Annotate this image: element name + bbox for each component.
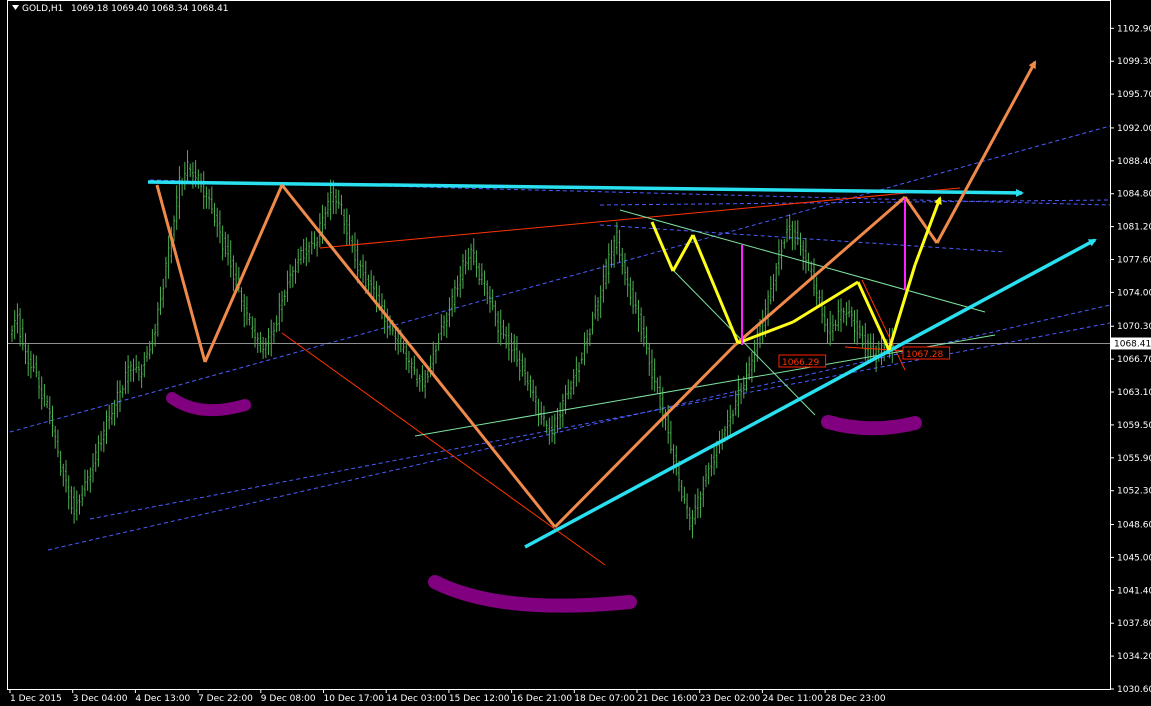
purple-mark xyxy=(166,392,251,417)
y-tick-label: 1102.90 xyxy=(1117,24,1151,34)
orange-zigzag-segment xyxy=(203,184,284,363)
y-tick-label: 1066.70 xyxy=(1117,355,1151,365)
x-tick-label: 16 Dec 21:00 xyxy=(512,694,573,704)
orange-zigzag-segment xyxy=(155,184,207,363)
x-tick-label: 28 Dec 23:00 xyxy=(825,694,886,704)
price-annotation: 1067.28 xyxy=(906,350,943,360)
purple-mark xyxy=(821,415,922,436)
price-tags: 1066.29 1067.28 1068.41 xyxy=(778,337,1151,368)
x-tick-label: 9 Dec 08:00 xyxy=(261,694,316,704)
x-tick-label: 10 Dec 17:00 xyxy=(324,694,385,704)
orange-zigzag-segment xyxy=(935,60,1037,244)
y-tick-label: 1084.80 xyxy=(1117,190,1151,200)
drawings xyxy=(147,60,1097,613)
x-tick-label: 24 Dec 11:00 xyxy=(762,694,823,704)
x-tick-label: 18 Dec 07:00 xyxy=(574,694,635,704)
x-tick-label: 1 Dec 2015 xyxy=(10,694,62,704)
cyan-support-line xyxy=(524,238,1097,549)
x-axis: 1 Dec 2015 3 Dec 04:00 4 Dec 13:00 7 Dec 22… xyxy=(9,689,886,704)
y-tick-label: 1077.60 xyxy=(1117,256,1151,266)
y-tick-label: 1070.30 xyxy=(1117,322,1151,332)
channel-dashed-line xyxy=(9,125,1111,433)
orange-zigzag-segment xyxy=(734,195,906,347)
x-tick-label: 4 Dec 13:00 xyxy=(135,694,190,704)
y-tick-label: 1037.80 xyxy=(1117,619,1151,629)
y-tick-label: 1063.10 xyxy=(1117,388,1151,398)
chart-window: GOLD,H1 1069.18 1069.40 1068.34 1068.41 … xyxy=(0,0,1151,706)
red-thin-line xyxy=(319,187,961,249)
x-tick-label: 7 Dec 22:00 xyxy=(198,694,253,704)
current-price-tag: 1068.41 xyxy=(1114,339,1151,349)
x-tick-label: 3 Dec 04:00 xyxy=(73,694,128,704)
y-tick-label: 1074.00 xyxy=(1117,288,1151,298)
y-axis: 1102.90 1099.30 1095.70 1092.00 1088.40 1084.… xyxy=(1110,24,1151,695)
y-tick-label: 1055.90 xyxy=(1117,454,1151,464)
y-tick-label: 1034.20 xyxy=(1117,652,1151,662)
ohlc-values: 1069.18 1069.40 1068.34 1068.41 xyxy=(71,4,228,14)
y-tick-label: 1099.30 xyxy=(1117,57,1151,67)
y-tick-label: 1081.20 xyxy=(1117,223,1151,233)
dropdown-arrow-icon[interactable] xyxy=(12,5,19,10)
x-tick-label: 14 Dec 03:00 xyxy=(386,694,447,704)
x-tick-label: 21 Dec 16:00 xyxy=(637,694,698,704)
plot-frame xyxy=(7,0,1111,690)
y-tick-label: 1041.40 xyxy=(1117,586,1151,596)
orange-zigzag-segment xyxy=(553,343,737,529)
y-tick-label: 1052.30 xyxy=(1117,487,1151,497)
yellow-zigzag-segment xyxy=(913,196,942,266)
purple-mark xyxy=(428,575,637,613)
yellow-zigzag-segment xyxy=(671,234,695,272)
channel-dashed-line xyxy=(47,304,1111,551)
y-tick-label: 1048.60 xyxy=(1117,521,1151,531)
x-tick-label: 15 Dec 12:00 xyxy=(449,694,510,704)
y-tick-label: 1030.60 xyxy=(1117,685,1151,695)
x-tick-label: 23 Dec 02:00 xyxy=(700,694,761,704)
channel-dashed-line xyxy=(599,199,1111,206)
price-annotation: 1066.29 xyxy=(782,358,819,368)
y-tick-label: 1092.00 xyxy=(1117,124,1151,134)
y-tick-label: 1088.40 xyxy=(1117,157,1151,167)
y-tick-label: 1045.00 xyxy=(1117,553,1151,563)
yellow-zigzag-segment xyxy=(650,221,675,272)
y-tick-label: 1095.70 xyxy=(1117,90,1151,100)
chart-canvas: GOLD,H1 1069.18 1069.40 1068.34 1068.41 … xyxy=(7,0,1151,704)
channel-dashed-line xyxy=(89,322,1111,520)
symbol-label: GOLD,H1 xyxy=(22,4,63,14)
candles xyxy=(11,150,894,539)
yellow-zigzag-segment xyxy=(691,234,740,344)
y-tick-label: 1059.50 xyxy=(1117,421,1151,431)
